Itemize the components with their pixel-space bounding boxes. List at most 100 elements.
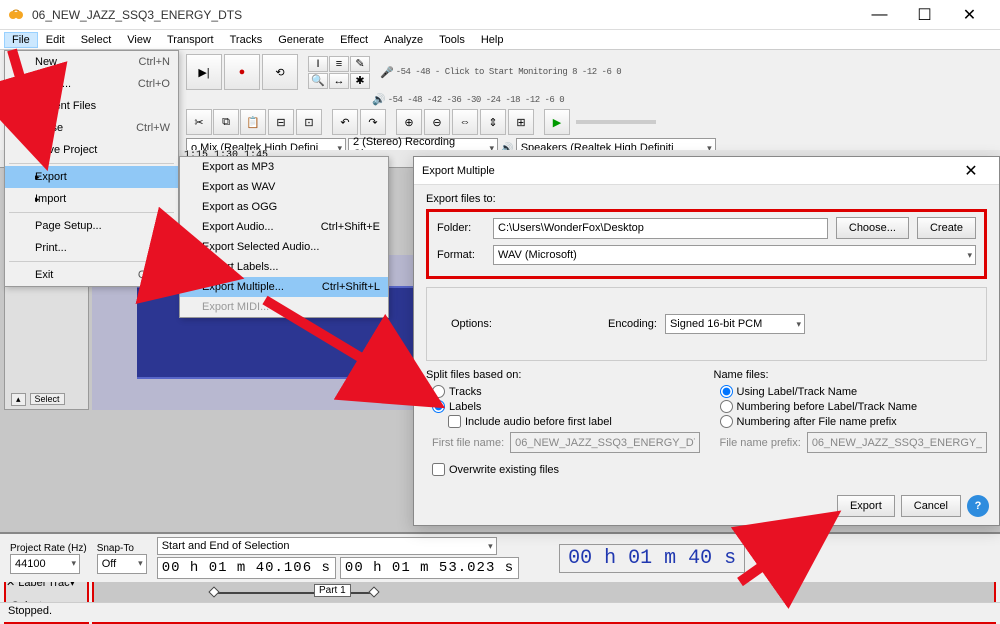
export-ogg[interactable]: Export as OGG: [180, 197, 388, 217]
record-meter[interactable]: -54 -48 - Click to Start Monitoring 8 -1…: [396, 67, 621, 77]
export-wav[interactable]: Export as WAV: [180, 177, 388, 197]
timeshift-tool[interactable]: ↔: [329, 73, 349, 89]
export-mp3[interactable]: Export as MP3: [180, 157, 388, 177]
format-combo[interactable]: WAV (Microsoft): [493, 245, 976, 265]
encoding-label: Encoding:: [608, 318, 657, 330]
project-rate-combo[interactable]: 44100: [10, 554, 80, 574]
prefix-input: [807, 432, 987, 453]
export-midi: Export MIDI...: [180, 297, 388, 317]
minimize-button[interactable]: —: [857, 1, 902, 29]
export-labels[interactable]: Export Labels...: [180, 257, 388, 277]
snap-to-combo[interactable]: Off: [97, 554, 147, 574]
play-at-speed-button[interactable]: ▶: [544, 109, 570, 135]
label-part1[interactable]: Part 1: [314, 584, 351, 597]
menu-transport[interactable]: Transport: [159, 32, 222, 48]
include-before-checkbox[interactable]: [448, 415, 461, 428]
highlighted-export-settings: Folder: Choose... Create Format: WAV (Mi…: [426, 209, 987, 279]
selection-tool[interactable]: I: [308, 56, 328, 72]
file-page-setup[interactable]: Page Setup...: [5, 215, 178, 237]
menu-view[interactable]: View: [119, 32, 159, 48]
project-rate-label: Project Rate (Hz): [10, 543, 87, 554]
audio-position-time[interactable]: 00 h 01 m 40 s: [559, 544, 745, 573]
menu-file[interactable]: File: [4, 32, 38, 48]
menu-bar: File Edit Select View Transport Tracks G…: [0, 30, 1000, 50]
snap-to-label: Snap-To: [97, 543, 147, 554]
export-selected[interactable]: Export Selected Audio...: [180, 237, 388, 257]
select-track-button[interactable]: Select: [30, 393, 65, 405]
copy-button[interactable]: ⧉: [213, 109, 239, 135]
file-save-project[interactable]: Save Project▸: [5, 139, 178, 161]
undo-button[interactable]: ↶: [332, 109, 358, 135]
menu-help[interactable]: Help: [473, 32, 512, 48]
cancel-button[interactable]: Cancel: [901, 495, 961, 517]
selection-mode-combo[interactable]: Start and End of Selection: [157, 537, 497, 555]
menu-edit[interactable]: Edit: [38, 32, 73, 48]
silence-button[interactable]: ⊡: [296, 109, 322, 135]
export-submenu: Export as MP3 Export as WAV Export as OG…: [179, 156, 389, 318]
zoom-in-button[interactable]: ⊕: [396, 109, 422, 135]
selection-end-time[interactable]: 00 h 01 m 53.023 s: [340, 557, 519, 579]
file-recent[interactable]: Recent Files▸: [5, 95, 178, 117]
prefix-label: File name prefix:: [720, 437, 801, 449]
close-button[interactable]: ✕: [947, 1, 992, 29]
skip-end-button[interactable]: ▶|: [186, 54, 222, 90]
name-number-before-radio[interactable]: [720, 400, 733, 413]
selection-start-time[interactable]: 00 h 01 m 40.106 s: [157, 557, 336, 579]
name-using-label-radio[interactable]: [720, 385, 733, 398]
split-labels-radio[interactable]: [432, 400, 445, 413]
file-open[interactable]: Open...Ctrl+O: [5, 73, 178, 95]
options-label: Options:: [451, 318, 492, 330]
envelope-tool[interactable]: ≡: [329, 56, 349, 72]
file-close[interactable]: CloseCtrl+W: [5, 117, 178, 139]
create-folder-button[interactable]: Create: [917, 217, 976, 239]
redo-button[interactable]: ↷: [360, 109, 386, 135]
zoom-out-button[interactable]: ⊖: [424, 109, 450, 135]
overwrite-checkbox[interactable]: [432, 463, 445, 476]
export-button[interactable]: Export: [837, 495, 895, 517]
zoom-toggle-button[interactable]: ⊞: [508, 109, 534, 135]
fit-project-button[interactable]: ⇕: [480, 109, 506, 135]
file-print[interactable]: Print...: [5, 237, 178, 259]
menu-effect[interactable]: Effect: [332, 32, 376, 48]
first-file-label: First file name:: [432, 437, 504, 449]
menu-tracks[interactable]: Tracks: [222, 32, 271, 48]
status-bar: Stopped.: [0, 602, 1000, 622]
trim-button[interactable]: ⊟: [268, 109, 294, 135]
status-text: Stopped.: [8, 605, 52, 617]
file-exit[interactable]: ExitCtrl+Q: [5, 264, 178, 286]
menu-generate[interactable]: Generate: [270, 32, 332, 48]
split-tracks-radio[interactable]: [432, 385, 445, 398]
file-export[interactable]: Export▸: [5, 166, 178, 188]
play-meter[interactable]: -54 -48 -42 -36 -30 -24 -18 -12 -6 0: [388, 95, 564, 105]
dialog-title: Export Multiple: [422, 165, 495, 177]
fit-selection-button[interactable]: ⇔: [452, 109, 478, 135]
export-files-to-label: Export files to:: [426, 193, 987, 205]
speed-slider[interactable]: [576, 120, 656, 124]
loop-button[interactable]: ⟲: [262, 54, 298, 90]
record-button[interactable]: ●: [224, 54, 260, 90]
app-icon: [8, 7, 24, 23]
multi-tool[interactable]: ✱: [350, 73, 370, 89]
menu-tools[interactable]: Tools: [431, 32, 473, 48]
folder-input[interactable]: [493, 218, 828, 239]
menu-analyze[interactable]: Analyze: [376, 32, 431, 48]
menu-select[interactable]: Select: [73, 32, 120, 48]
help-button[interactable]: ?: [967, 495, 989, 517]
draw-tool[interactable]: ✎: [350, 56, 370, 72]
name-number-after-radio[interactable]: [720, 415, 733, 428]
window-title: 06_NEW_JAZZ_SSQ3_ENERGY_DTS: [32, 8, 857, 22]
encoding-combo[interactable]: Signed 16-bit PCM: [665, 314, 805, 334]
paste-button[interactable]: 📋: [240, 109, 266, 135]
format-label: Format:: [437, 249, 485, 261]
export-multiple[interactable]: Export Multiple...Ctrl+Shift+L: [180, 277, 388, 297]
export-audio[interactable]: Export Audio...Ctrl+Shift+E: [180, 217, 388, 237]
file-import[interactable]: Import▸: [5, 188, 178, 210]
cut-button[interactable]: ✂: [186, 109, 212, 135]
first-file-input: [510, 432, 699, 453]
maximize-button[interactable]: ☐: [902, 1, 947, 29]
file-new[interactable]: NewCtrl+N: [5, 51, 178, 73]
dialog-close-button[interactable]: ✕: [951, 161, 991, 181]
zoom-tool[interactable]: 🔍: [308, 73, 328, 89]
title-bar: 06_NEW_JAZZ_SSQ3_ENERGY_DTS — ☐ ✕: [0, 0, 1000, 30]
choose-folder-button[interactable]: Choose...: [836, 217, 909, 239]
